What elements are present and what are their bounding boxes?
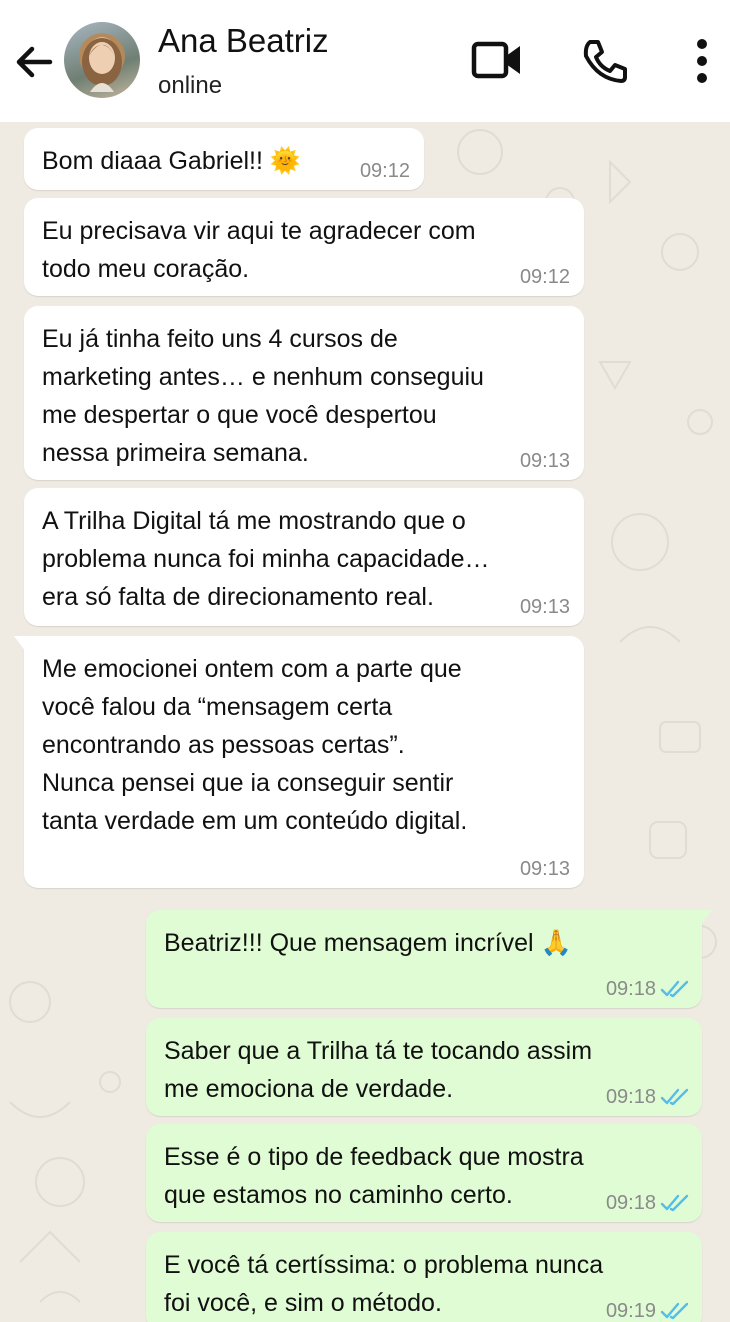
message-time: 09:13	[519, 450, 570, 472]
bubble-tail-icon	[14, 636, 26, 652]
message-time: 09:12	[359, 160, 410, 182]
message-meta: 09:18	[606, 1086, 690, 1108]
message-meta: 09:13	[520, 858, 570, 880]
more-vertical-icon	[697, 39, 707, 83]
message-meta: 09:18	[606, 1192, 690, 1214]
double-check-icon	[660, 1088, 689, 1106]
message-text: Me emocionei ontem com a parte que você …	[42, 655, 468, 835]
message-bubble[interactable]: E você tá certíssima: o problema nunca f…	[146, 1232, 702, 1322]
voice-call-button[interactable]	[580, 36, 630, 86]
video-camera-icon	[471, 41, 520, 79]
phone-icon	[583, 40, 627, 83]
message-time: 09:18	[605, 978, 656, 1000]
message-text: E você tá certíssima: o problema nunca f…	[164, 1251, 604, 1317]
back-button[interactable]	[12, 38, 56, 86]
message-text: Eu precisava vir aqui te agradecer com t…	[42, 217, 476, 283]
more-options-button[interactable]	[688, 36, 716, 86]
message-time: 09:12	[519, 266, 570, 288]
message-text: Esse é o tipo de feedback que mostra que…	[164, 1143, 584, 1209]
message-meta: 09:13	[520, 596, 570, 618]
chat-area[interactable]: Bom diaaa Gabriel!! 🌞 09:12 Eu precisava…	[0, 122, 730, 1322]
message-meta: 09:12	[520, 266, 570, 288]
message-text: Saber que a Trilha tá te tocando assim m…	[164, 1037, 593, 1103]
message-text: Bom diaaa Gabriel!! 🌞	[42, 147, 302, 175]
message-time: 09:18	[605, 1192, 656, 1214]
message-text: Beatriz!!! Que mensagem incrível 🙏	[164, 929, 572, 957]
bubble-tail-icon	[700, 910, 712, 926]
message-meta: 09:19	[606, 1300, 690, 1322]
contact-name[interactable]: Ana Beatriz	[158, 22, 329, 60]
avatar-photo	[82, 38, 122, 92]
video-call-button[interactable]	[470, 36, 524, 86]
chat-header: Ana Beatriz online	[0, 0, 730, 122]
message-bubble[interactable]: Saber que a Trilha tá te tocando assim m…	[146, 1018, 702, 1116]
message-bubble[interactable]: Bom diaaa Gabriel!! 🌞 09:12	[24, 128, 424, 190]
message-meta: 09:18	[606, 978, 690, 1000]
message-bubble[interactable]: Eu precisava vir aqui te agradecer com t…	[24, 198, 584, 296]
message-time: 09:13	[519, 858, 570, 880]
message-meta: 09:13	[520, 450, 570, 472]
message-text: Eu já tinha feito uns 4 cursos de market…	[42, 325, 484, 467]
message-bubble[interactable]: Me emocionei ontem com a parte que você …	[14, 636, 584, 888]
message-time: 09:19	[605, 1300, 656, 1322]
double-check-icon	[660, 1194, 689, 1212]
avatar[interactable]	[64, 22, 140, 98]
message-bubble[interactable]: Esse é o tipo de feedback que mostra que…	[146, 1124, 702, 1222]
message-time: 09:18	[605, 1086, 656, 1108]
message-meta: 09:12	[360, 160, 410, 182]
arrow-left-icon	[16, 46, 53, 78]
message-bubble[interactable]: Beatriz!!! Que mensagem incrível 🙏 09:18	[146, 910, 712, 1008]
message-bubble[interactable]: Eu já tinha feito uns 4 cursos de market…	[24, 306, 584, 480]
contact-status: online	[158, 72, 223, 99]
double-check-icon	[660, 980, 689, 998]
message-time: 09:13	[519, 596, 570, 618]
message-bubble[interactable]: A Trilha Digital tá me mostrando que o p…	[24, 488, 584, 626]
double-check-icon	[660, 1302, 689, 1320]
message-text: A Trilha Digital tá me mostrando que o p…	[42, 507, 490, 611]
